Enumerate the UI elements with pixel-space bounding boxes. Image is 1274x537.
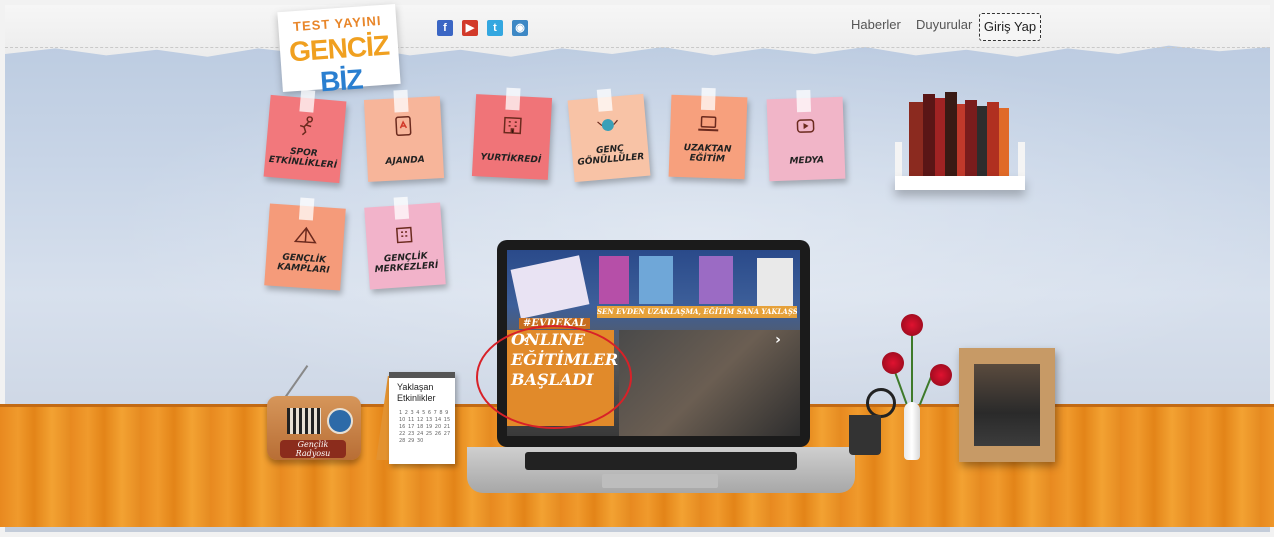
logo-text: GENCİZ BİZ [279, 29, 401, 101]
volunteer-globe-icon [597, 119, 618, 132]
book [945, 92, 957, 176]
rose-icon [930, 364, 952, 386]
note-genclik-merkezleri[interactable]: GENÇLİK MERKEZLERİ [364, 196, 446, 290]
slider-prev-icon[interactable]: ‹ [518, 332, 534, 348]
twitter-icon[interactable]: t [487, 20, 503, 36]
note-ajanda[interactable]: AJANDA [363, 89, 445, 182]
login-button[interactable]: Giriş Yap [979, 13, 1041, 41]
nav-news-link[interactable]: Haberler [851, 17, 901, 32]
scissors-icon [866, 388, 896, 418]
flower-stem [911, 330, 913, 404]
slide-banner: SEN EVDEN UZAKLAŞMA, EĞİTİM SANA YAKLAŞS… [597, 306, 797, 318]
flower-vase [904, 402, 920, 460]
tape [505, 87, 521, 111]
tent-icon [293, 226, 317, 244]
note-genclik-kamplari[interactable]: GENÇLİK KAMPLARI [264, 197, 346, 291]
social-links: f ▶ t ◉ [437, 20, 528, 36]
youtube-icon[interactable]: ▶ [462, 20, 478, 36]
running-figure-icon [299, 116, 313, 136]
building-icon [503, 116, 522, 135]
note-label: GENÇLİK KAMPLARI [276, 252, 330, 276]
slide-thumbnail [757, 258, 793, 306]
note-label: MEDYA [789, 155, 825, 167]
book [977, 106, 987, 176]
book [965, 100, 977, 176]
slider-next-icon[interactable]: › [770, 332, 786, 348]
highlight-circle [476, 325, 632, 429]
framed-photo [974, 364, 1040, 446]
laptop-icon [698, 116, 719, 132]
rose-icon [882, 352, 904, 374]
nav-announcements-link[interactable]: Duyurular [916, 17, 972, 32]
radio-label: Gençlik Radyosu [280, 440, 346, 458]
tape [596, 88, 613, 112]
logo-brand-b: BİZ [319, 63, 364, 98]
tape [393, 196, 410, 220]
slide-thumbnail [699, 256, 733, 304]
pencil-cup [849, 415, 881, 455]
center-building-icon [395, 226, 413, 244]
laptop-trackpad [602, 474, 718, 488]
agenda-icon [395, 116, 412, 137]
tape [700, 87, 716, 111]
note-label: SPOR ETKİNLİKLERİ [268, 146, 338, 171]
book [909, 102, 923, 176]
media-play-icon [796, 119, 815, 133]
calendar-dates: 1 2 3 4 5 6 7 8 9 10 11 12 13 14 15 16 1… [399, 410, 451, 444]
note-uzaktan-egitim[interactable]: UZAKTAN EĞİTİM [668, 87, 748, 180]
note-genc-gonulluler[interactable]: GENÇ GÖNÜLLÜLER [567, 88, 651, 183]
facebook-icon[interactable]: f [437, 20, 453, 36]
book [935, 98, 945, 176]
laptop-keyboard [525, 452, 797, 470]
tape [298, 197, 315, 221]
logo-brand-a: GENCİZ [288, 29, 390, 68]
radio-speaker-icon [287, 408, 321, 434]
note-label: YURTİKREDİ [480, 152, 542, 166]
tape [393, 89, 409, 113]
header-divider [5, 47, 1270, 48]
note-label: GENÇ GÖNÜLLÜLER [577, 143, 645, 168]
slide-thumbnail [599, 256, 629, 304]
book [987, 102, 999, 176]
tape [299, 89, 316, 113]
note-label: UZAKTAN EĞİTİM [683, 143, 732, 165]
tape [796, 89, 812, 113]
book [957, 104, 965, 176]
note-label: AJANDA [385, 154, 426, 167]
instagram-icon[interactable]: ◉ [512, 20, 528, 36]
site-logo[interactable]: TEST YAYINI GENCİZ BİZ [277, 3, 401, 97]
radio-play-icon [327, 408, 353, 434]
calendar-title-line1: Yaklaşan [397, 382, 434, 392]
wall-shelf [895, 176, 1025, 190]
slide-thumbnail [639, 256, 673, 304]
slide-thumbnail [510, 255, 590, 319]
calendar-title-line2: Etkinlikler [397, 393, 436, 403]
book [923, 94, 935, 176]
note-medya[interactable]: MEDYA [766, 89, 846, 182]
upcoming-events-calendar[interactable]: Yaklaşan Etkinlikler 1 2 3 4 5 6 7 8 9 1… [389, 372, 455, 464]
note-label: GENÇLİK MERKEZLERİ [374, 251, 439, 276]
note-yurtikredi[interactable]: YURTİKREDİ [471, 87, 553, 180]
rose-icon [901, 314, 923, 336]
book [999, 108, 1009, 176]
note-spor-etkinlikleri[interactable]: SPOR ETKİNLİKLERİ [263, 89, 347, 184]
